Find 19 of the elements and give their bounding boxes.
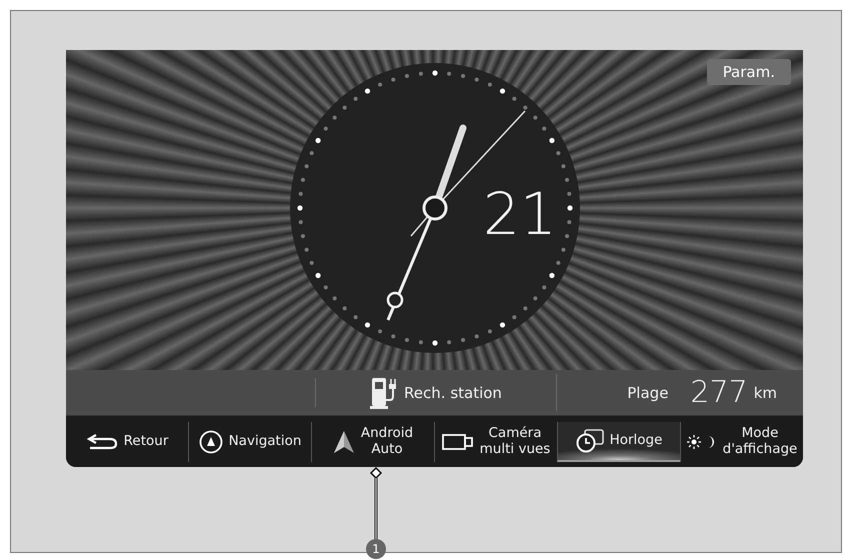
- callout-number: 1: [366, 539, 386, 559]
- charging-pump-icon: [370, 376, 396, 410]
- triangle-arrow-icon: [332, 430, 355, 454]
- clock-icon: [576, 428, 604, 452]
- compass-icon: [198, 430, 223, 454]
- range-unit: km: [754, 384, 777, 402]
- clock-date: 21: [482, 180, 556, 248]
- charging-station-label: Rech. station: [404, 384, 502, 402]
- sun-moon-icon: [686, 434, 717, 450]
- nav-button[interactable]: Retour: [66, 422, 188, 462]
- nav-button[interactable]: Navigation: [188, 422, 311, 462]
- camera-icon: [442, 432, 474, 450]
- nav-button[interactable]: Horloge: [557, 422, 680, 462]
- nav-button[interactable]: Android Auto: [311, 422, 434, 462]
- back-arrow-icon: [86, 432, 118, 450]
- settings-button[interactable]: Param.: [706, 59, 791, 85]
- nav-button[interactable]: Mode d'affichage: [680, 422, 803, 462]
- range-value: 277: [690, 375, 748, 410]
- range-label: Plage: [627, 384, 668, 402]
